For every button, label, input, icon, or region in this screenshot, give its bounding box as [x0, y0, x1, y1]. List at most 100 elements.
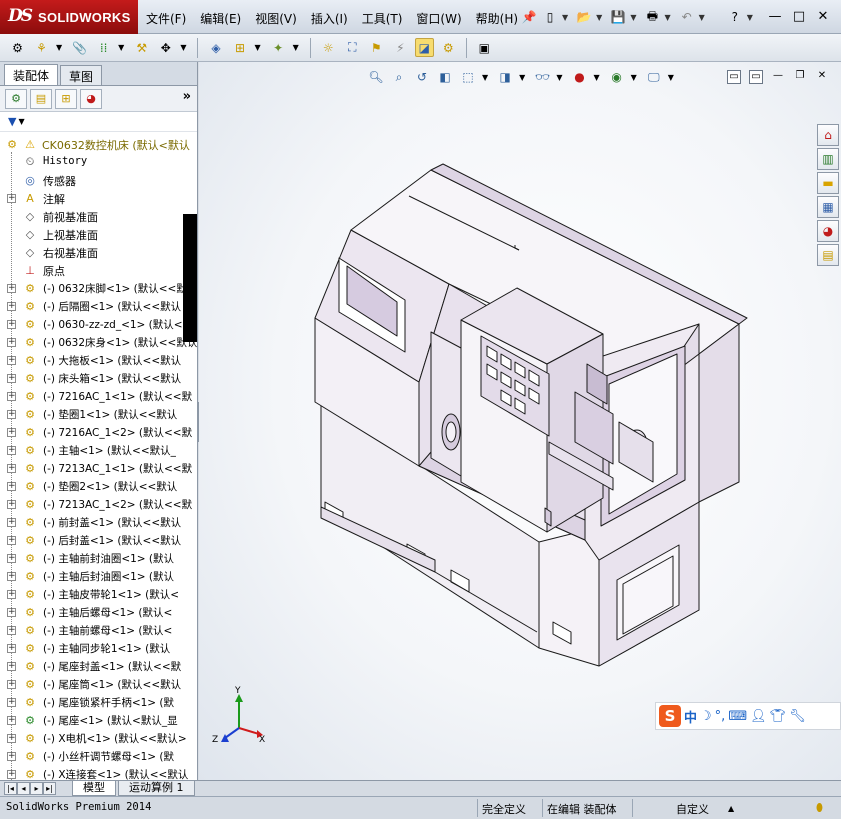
print-dropdown-icon[interactable]: ▼: [664, 13, 670, 22]
tree-item-reference[interactable]: ◎ 传感器: [0, 171, 197, 189]
last-tab-icon[interactable]: ▸|: [43, 782, 56, 795]
view-palette-icon[interactable]: ▦: [817, 196, 839, 218]
close-button[interactable]: ✕: [815, 9, 831, 25]
menu-edit[interactable]: 编辑(E): [200, 10, 241, 27]
ime-logo[interactable]: S: [659, 705, 681, 727]
open-dropdown-icon[interactable]: ▼: [596, 13, 602, 22]
tree-item-reference[interactable]: + A 注解: [0, 189, 197, 207]
tree-item-component[interactable]: + ⚙ (-) 后隔圈<1> (默认<<默认: [0, 297, 197, 315]
pin-icon[interactable]: 📌: [520, 8, 538, 26]
insert-component-icon[interactable]: ⚙: [8, 38, 27, 57]
mate-icon[interactable]: 📎: [70, 38, 89, 57]
solidworks-logo[interactable]: DS SOLIDWORKS: [0, 0, 138, 34]
reference-dropdown-icon[interactable]: ▼: [293, 43, 299, 52]
tree-root[interactable]: ⚙ ⚠ CK0632数控机床 (默认<默认: [0, 135, 197, 153]
explode-line-icon[interactable]: ⚡: [391, 38, 410, 57]
expand-icon[interactable]: +: [7, 194, 16, 203]
expand-icon[interactable]: +: [7, 464, 16, 473]
expand-icon[interactable]: +: [7, 608, 16, 617]
pattern-dropdown-icon[interactable]: ▼: [118, 43, 124, 52]
tree-item-reference[interactable]: ◇ 右视基准面: [0, 243, 197, 261]
expand-icon[interactable]: +: [7, 554, 16, 563]
expand-icon[interactable]: +: [7, 446, 16, 455]
bill-of-materials-icon[interactable]: ☼: [319, 38, 338, 57]
tree-item-component[interactable]: + ⚙ (-) X电机<1> (默认<<默认>: [0, 729, 197, 747]
cnc-lathe-model[interactable]: Y X Z: [199, 62, 841, 780]
solidworks-resources-icon[interactable]: ⌂: [817, 124, 839, 146]
file-explorer-icon[interactable]: ▬: [817, 172, 839, 194]
tree-item-component[interactable]: + ⚙ (-) 垫圈2<1> (默认<<默认: [0, 477, 197, 495]
units-dropdown-icon[interactable]: ▲: [728, 804, 734, 813]
tree-item-component[interactable]: + ⚙ (-) 0630-zz-zd_<1> (默认<<: [0, 315, 197, 333]
design-library-icon[interactable]: ▥: [817, 148, 839, 170]
expand-icon[interactable]: +: [7, 374, 16, 383]
tree-item-component[interactable]: + ⚙ (-) 尾座<1> (默认<默认_显: [0, 711, 197, 729]
filter-dropdown-icon[interactable]: ▼: [18, 117, 24, 126]
interference-detection-icon[interactable]: ◪: [414, 38, 434, 57]
ime-language[interactable]: 中: [684, 707, 697, 726]
move-component-icon[interactable]: ✥: [156, 38, 175, 57]
menu-help[interactable]: 帮助(H): [476, 10, 518, 27]
tree-filter[interactable]: ▼ ▼: [0, 112, 197, 132]
tree-item-component[interactable]: + ⚙ (-) 主轴同步轮1<1> (默认: [0, 639, 197, 657]
save-dropdown-icon[interactable]: ▼: [630, 13, 636, 22]
new-part-dropdown-icon[interactable]: ▼: [56, 43, 62, 52]
tree-item-component[interactable]: + ⚙ (-) 7216AC_1<1> (默认<<默: [0, 387, 197, 405]
tree-item-component[interactable]: + ⚙ (-) 7213AC_1<1> (默认<<默: [0, 459, 197, 477]
tree-scroll-indicator[interactable]: [183, 214, 197, 342]
menu-insert[interactable]: 插入(I): [311, 10, 348, 27]
expand-icon[interactable]: +: [7, 590, 16, 599]
rebuild-status-icon[interactable]: ⬮: [816, 801, 823, 815]
expand-icon[interactable]: +: [7, 752, 16, 761]
print-icon[interactable]: 🖶: [643, 8, 661, 26]
open-icon[interactable]: 📂: [575, 8, 593, 26]
menu-tools[interactable]: 工具(T): [362, 10, 403, 27]
expand-icon[interactable]: +: [7, 338, 16, 347]
tree-item-component[interactable]: + ⚙ (-) 尾座封盖<1> (默认<<默: [0, 657, 197, 675]
tree-item-component[interactable]: + ⚙ (-) 主轴后封油圈<1> (默认: [0, 567, 197, 585]
tab-sketch[interactable]: 草图: [60, 65, 103, 85]
expand-icon[interactable]: +: [7, 392, 16, 401]
wrench-icon[interactable]: 🔧︎: [789, 709, 806, 724]
tree-item-component[interactable]: + ⚙ (-) 床头箱<1> (默认<<默认: [0, 369, 197, 387]
graphics-viewport[interactable]: 🔍︎ ⌕ ↺ ◧ ⬚ ▼ ◨ ▼ 👓︎ ▼ ● ▼ ◉ ▼ 🖵 ▼ ▭ ▭ — ❐ ✕: [199, 62, 841, 780]
tree-item-component[interactable]: + ⚙ (-) 主轴皮带轮1<1> (默认<: [0, 585, 197, 603]
menu-view[interactable]: 视图(V): [255, 10, 297, 27]
expand-icon[interactable]: +: [7, 320, 16, 329]
tree-item-component[interactable]: + ⚙ (-) 大拖板<1> (默认<<默认: [0, 351, 197, 369]
more-tabs-icon[interactable]: »: [183, 89, 191, 104]
tree-item-reference[interactable]: ⏲ History: [0, 153, 197, 171]
tree-item-reference[interactable]: ◇ 上视基准面: [0, 225, 197, 243]
instant3d-icon[interactable]: ⚙: [439, 38, 458, 57]
assembly-features-icon[interactable]: ⊞: [230, 38, 249, 57]
expand-icon[interactable]: +: [7, 536, 16, 545]
keyboard-icon[interactable]: ⌨: [728, 709, 747, 724]
menu-window[interactable]: 窗口(W): [416, 10, 461, 27]
new-dropdown-icon[interactable]: ▼: [562, 13, 568, 22]
configuration-manager-icon[interactable]: ⊞: [55, 88, 77, 109]
tree-item-component[interactable]: + ⚙ (-) 主轴前螺母<1> (默认<: [0, 621, 197, 639]
tree-item-component[interactable]: + ⚙ (-) 尾座筒<1> (默认<<默认: [0, 675, 197, 693]
next-tab-icon[interactable]: ▸: [30, 782, 43, 795]
tab-model[interactable]: 模型: [72, 781, 116, 796]
tree-item-component[interactable]: + ⚙ (-) 0632床身<1> (默认<<默认: [0, 333, 197, 351]
tree-item-component[interactable]: + ⚙ (-) 主轴后螺母<1> (默认<: [0, 603, 197, 621]
tree-item-component[interactable]: + ⚙ (-) 尾座锁紧杆手柄<1> (默: [0, 693, 197, 711]
expand-icon[interactable]: +: [7, 716, 16, 725]
appearances-scenes-icon[interactable]: ◕: [817, 220, 839, 242]
property-manager-icon[interactable]: ▤: [30, 88, 52, 109]
tree-item-component[interactable]: + ⚙ (-) 7213AC_1<2> (默认<<默: [0, 495, 197, 513]
expand-icon[interactable]: +: [7, 518, 16, 527]
new-part-icon[interactable]: ⚘: [32, 38, 51, 57]
new-document-icon[interactable]: ▯: [541, 8, 559, 26]
tree-item-component[interactable]: + ⚙ (-) 7216AC_1<2> (默认<<默: [0, 423, 197, 441]
expand-icon[interactable]: +: [7, 302, 16, 311]
linear-pattern-icon[interactable]: ⁞⁞: [94, 38, 113, 57]
exploded-view-icon[interactable]: ⚑: [367, 38, 386, 57]
undo-icon[interactable]: ↶: [678, 8, 696, 26]
save-icon[interactable]: 💾: [609, 8, 627, 26]
prev-tab-icon[interactable]: ◂: [17, 782, 30, 795]
tree-item-reference[interactable]: ◇ 前视基准面: [0, 207, 197, 225]
expand-icon[interactable]: +: [7, 356, 16, 365]
undo-dropdown-icon[interactable]: ▼: [699, 13, 705, 22]
